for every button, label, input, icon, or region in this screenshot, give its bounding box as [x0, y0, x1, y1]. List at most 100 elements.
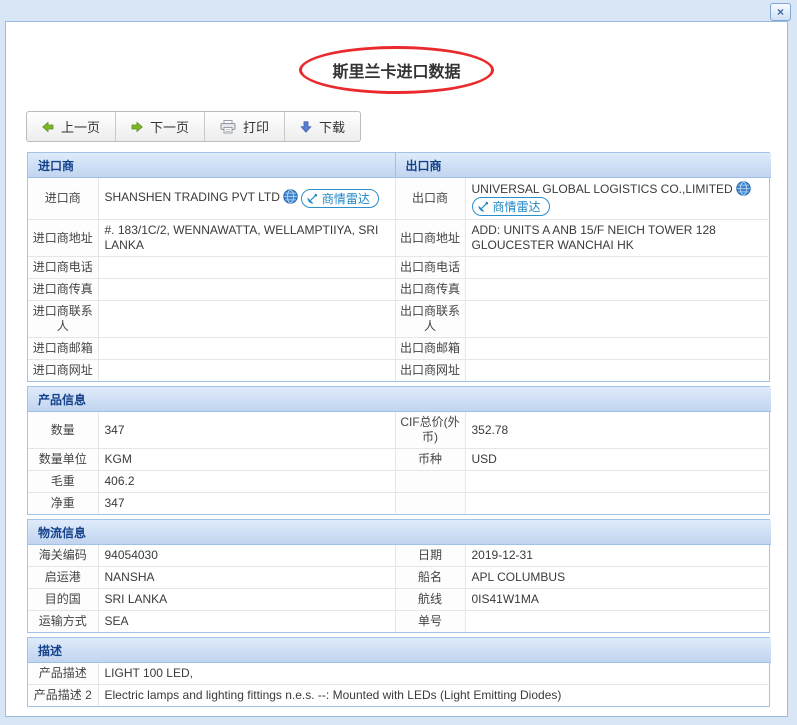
departure-port-value: NANSHA: [97, 566, 395, 589]
exporter-website-value: [464, 359, 772, 381]
quantity-unit-value: KGM: [97, 448, 395, 471]
importer-contact-label: 进口商联系人: [28, 300, 98, 338]
red-circle-annotation: 斯里兰卡进口数据: [299, 46, 494, 94]
gross-weight-value: 406.2: [97, 470, 395, 493]
importer-contact-value: [97, 300, 396, 338]
detail-tables: 进口商 出口商 进口商 SHANSHEN TRADING PVT LTD 商情雷…: [27, 152, 772, 711]
description-section-header: 描述: [28, 638, 772, 663]
exporter-website-label: 出口商网址: [394, 359, 466, 381]
table-row: 进口商地址 #. 183/1C/2, WENNAWATTA, WELLAMPTI…: [28, 219, 772, 257]
table-row: 运输方式 SEA 单号: [28, 610, 772, 632]
importer-website-value: [97, 359, 396, 381]
globe-icon[interactable]: [735, 181, 751, 196]
currency-value: USD: [464, 448, 772, 471]
description-section: 描述 产品描述 LIGHT 100 LED, 产品描述 2 Electric l…: [27, 637, 772, 707]
importer-address-value: #. 183/1C/2, WENNAWATTA, WELLAMPTIIYA, S…: [97, 219, 396, 257]
transport-mode-label: 运输方式: [28, 610, 98, 632]
dialog-window: 斯里兰卡进口数据 上一页 下一页 打印 下载 进口商 出口商 进口商 SHANS…: [5, 21, 788, 717]
quantity-unit-label: 数量单位: [28, 448, 98, 471]
importer-phone-value: [97, 256, 396, 279]
arrow-right-icon: [131, 121, 143, 132]
importer-address-label: 进口商地址: [28, 219, 98, 257]
net-weight-label: 净重: [28, 492, 98, 514]
table-row: 数量 347 CIF总价(外币) 352.78: [28, 411, 772, 449]
page-title: 斯里兰卡进口数据: [332, 64, 461, 81]
radar-badge-label: 商情雷达: [321, 191, 370, 206]
importer-email-value: [97, 337, 396, 360]
hs-code-value: 94054030: [97, 544, 395, 567]
table-row: 进口商邮箱 出口商邮箱: [28, 337, 772, 360]
close-button[interactable]: ×: [770, 3, 791, 21]
exporter-email-label: 出口商邮箱: [394, 337, 466, 360]
exporter-fax-value: [464, 278, 772, 301]
exporter-address-value: ADD: UNITS A ANB 15/F NEICH TOWER 128 GL…: [464, 219, 772, 257]
logistics-section-header: 物流信息: [28, 520, 772, 545]
exporter-contact-value: [464, 300, 772, 338]
exporter-section-header: 出口商: [394, 153, 772, 178]
destination-country-value: SRI LANKA: [97, 588, 395, 611]
description-table: 描述 产品描述 LIGHT 100 LED, 产品描述 2 Electric l…: [28, 638, 772, 706]
exporter-email-value: [464, 337, 772, 360]
product-description2-value: Electric lamps and lighting fittings n.e…: [97, 684, 772, 706]
radar-icon: [477, 201, 488, 212]
empty-value: [464, 470, 772, 493]
product-section-header: 产品信息: [28, 387, 772, 412]
importer-exporter-table: 进口商 出口商 进口商 SHANSHEN TRADING PVT LTD 商情雷…: [28, 153, 772, 381]
importer-name-label: 进口商: [28, 177, 98, 220]
bill-number-value: [464, 610, 772, 632]
prev-page-button[interactable]: 上一页: [27, 112, 117, 141]
next-page-label: 下一页: [150, 120, 190, 135]
importer-email-label: 进口商邮箱: [28, 337, 98, 360]
print-label: 打印: [243, 120, 270, 135]
product-description2-label: 产品描述 2: [28, 684, 98, 706]
table-row: 产品描述 2 Electric lamps and lighting fitti…: [28, 684, 772, 706]
net-weight-value: 347: [97, 492, 395, 514]
radar-badge-label: 商情雷达: [492, 199, 541, 214]
vessel-value: APL COLUMBUS: [464, 566, 772, 589]
download-button[interactable]: 下载: [285, 112, 360, 141]
table-row: 净重 347: [28, 492, 772, 514]
print-button[interactable]: 打印: [205, 112, 286, 141]
table-row: 进口商网址 出口商网址: [28, 359, 772, 381]
toolbar: 上一页 下一页 打印 下载: [26, 111, 362, 142]
prev-page-label: 上一页: [61, 120, 101, 135]
departure-port-label: 启运港: [28, 566, 98, 589]
empty-value: [464, 492, 772, 514]
importer-section-header: 进口商: [28, 153, 396, 178]
importer-fax-value: [97, 278, 396, 301]
gross-weight-label: 毛重: [28, 470, 98, 493]
table-row: 启运港 NANSHA 船名 APL COLUMBUS: [28, 566, 772, 589]
empty-label: [394, 470, 465, 493]
currency-label: 币种: [394, 448, 465, 471]
product-description-label: 产品描述: [28, 662, 98, 685]
next-page-button[interactable]: 下一页: [116, 112, 206, 141]
quantity-value: 347: [97, 411, 395, 449]
download-label: 下载: [319, 120, 346, 135]
transport-mode-value: SEA: [97, 610, 395, 632]
quantity-label: 数量: [28, 411, 98, 449]
business-radar-badge[interactable]: 商情雷达: [300, 189, 379, 209]
date-label: 日期: [394, 544, 465, 567]
globe-icon[interactable]: [283, 189, 298, 204]
radar-icon: [307, 193, 317, 204]
business-radar-badge[interactable]: 商情雷达: [471, 197, 550, 216]
exporter-phone-value: [464, 256, 772, 279]
route-value: 0IS41W1MA: [464, 588, 772, 611]
importer-website-label: 进口商网址: [28, 359, 98, 381]
exporter-phone-label: 出口商电话: [394, 256, 466, 279]
company-name-row: 进口商 SHANSHEN TRADING PVT LTD 商情雷达 出口商 UN…: [28, 177, 772, 220]
table-row: 数量单位 KGM 币种 USD: [28, 448, 772, 471]
date-value: 2019-12-31: [464, 544, 772, 567]
hs-code-label: 海关编码: [28, 544, 98, 567]
cif-total-label: CIF总价(外币): [394, 411, 465, 449]
importer-exporter-section: 进口商 出口商 进口商 SHANSHEN TRADING PVT LTD 商情雷…: [27, 152, 772, 382]
logistics-info-section: 物流信息 海关编码 94054030 日期 2019-12-31 启运港 NAN…: [27, 519, 772, 633]
exporter-name-label: 出口商: [394, 177, 466, 220]
printer-icon: [220, 119, 236, 133]
table-row: 进口商联系人 出口商联系人: [28, 300, 772, 338]
importer-name: SHANSHEN TRADING PVT LTD: [104, 189, 280, 204]
logistics-info-table: 物流信息 海关编码 94054030 日期 2019-12-31 启运港 NAN…: [28, 520, 772, 632]
arrow-left-icon: [42, 121, 54, 132]
exporter-fax-label: 出口商传真: [394, 278, 466, 301]
exporter-address-label: 出口商地址: [394, 219, 466, 257]
